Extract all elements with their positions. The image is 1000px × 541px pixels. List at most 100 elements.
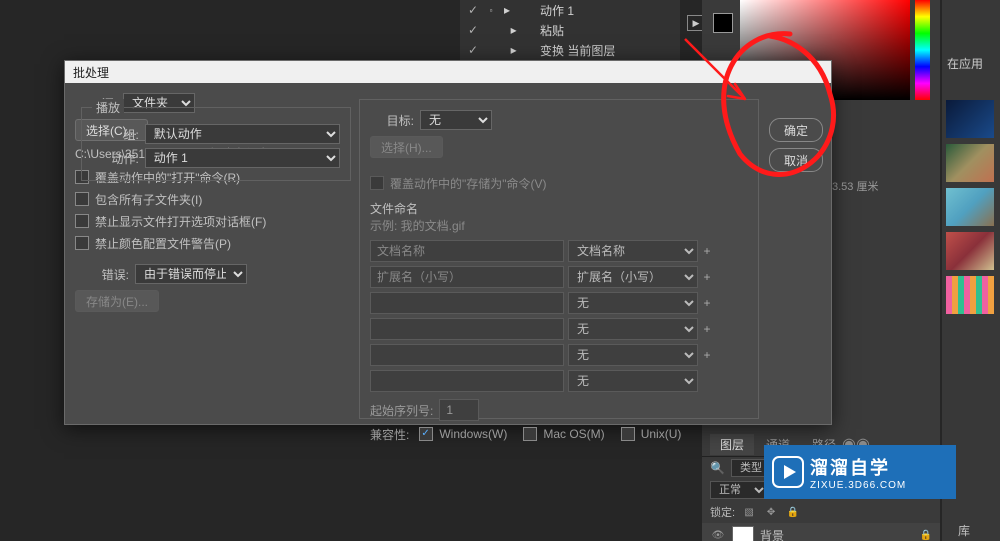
action-select[interactable]: 动作 1 xyxy=(145,148,340,168)
thumbnail-item[interactable] xyxy=(946,276,994,314)
spacer: ▸ xyxy=(504,23,532,37)
plus-icon: + xyxy=(702,348,712,362)
watermark-logo-icon xyxy=(772,456,804,488)
naming-combo-4[interactable]: 无 xyxy=(568,318,698,340)
action-group-row[interactable]: ✓ ▫ ▸ 动作 1 xyxy=(460,0,680,20)
choose-dest-button: 选择(H)... xyxy=(370,136,443,158)
ok-button[interactable]: 确定 xyxy=(769,118,823,142)
cb-suppress-color-label: 禁止颜色配置文件警告(P) xyxy=(95,235,231,252)
blend-mode-select[interactable]: 正常 xyxy=(710,481,768,499)
visibility-icon[interactable]: 👁 xyxy=(710,528,726,541)
search-icon[interactable]: 🔍 xyxy=(710,461,725,475)
lock-label: 锁定: xyxy=(710,504,735,520)
naming-row-4: 无 + xyxy=(370,316,748,342)
compat-mac-label: Mac OS(M) xyxy=(543,427,604,441)
thumbnail-item[interactable] xyxy=(946,188,994,226)
cb-include-sub-label: 包含所有子文件夹(I) xyxy=(95,191,202,208)
hue-strip[interactable] xyxy=(915,0,930,100)
play-group: 播放 组: 默认动作 动作: 动作 1 xyxy=(81,107,351,181)
errors-label: 错误: xyxy=(75,266,129,283)
naming-input-4[interactable] xyxy=(370,318,564,340)
lock-icon: 🔒 xyxy=(920,530,932,541)
dialog-titlebar[interactable]: 批处理 xyxy=(65,61,831,83)
check-icon: ✓ xyxy=(468,43,478,57)
layer-name: 背景 xyxy=(760,527,784,541)
cb-override-save-label: 覆盖动作中的"存储为"命令(V) xyxy=(390,175,547,192)
action-item-label: 变换 当前图层 xyxy=(540,42,615,59)
start-serial-input[interactable] xyxy=(439,399,479,421)
naming-input-1[interactable] xyxy=(370,240,564,262)
plus-icon: + xyxy=(702,270,712,284)
naming-input-6[interactable] xyxy=(370,370,564,392)
lock-position-icon[interactable]: ✥ xyxy=(763,505,779,519)
checkbox-icon[interactable] xyxy=(419,427,433,441)
plus-icon: + xyxy=(702,322,712,336)
thumbnails xyxy=(946,100,994,314)
naming-combo-6[interactable]: 无 xyxy=(568,370,698,392)
compat-label: 兼容性: xyxy=(370,426,409,443)
naming-row-5: 无 + xyxy=(370,342,748,368)
play-legend: 播放 xyxy=(92,99,124,116)
thumbnail-item[interactable] xyxy=(946,100,994,138)
thumbnail-item[interactable] xyxy=(946,232,994,270)
batch-dialog: 批处理 播放 组: 默认动作 动作: 动作 1 源: xyxy=(64,60,832,425)
cb-include-sub-row[interactable]: 包含所有子文件夹(I) xyxy=(75,188,355,210)
checkbox-icon xyxy=(370,176,384,190)
checkbox-icon[interactable] xyxy=(75,192,89,206)
bullet-icon: ▫ xyxy=(486,6,496,15)
watermark-name: 溜溜自学 xyxy=(810,454,906,480)
spacer: ▸ xyxy=(504,43,532,57)
expand-icon: ▸ xyxy=(504,3,532,17)
lock-row: 锁定: ▧ ✥ 🔒 xyxy=(702,501,940,523)
compat-win-label: Windows(W) xyxy=(439,427,507,441)
cb-suppress-color-row[interactable]: 禁止颜色配置文件警告(P) xyxy=(75,232,355,254)
library-label[interactable]: 库 xyxy=(958,522,970,539)
check-icon: ✓ xyxy=(468,23,478,37)
compat-unix-label: Unix(U) xyxy=(641,427,682,441)
set-label: 组: xyxy=(92,126,139,143)
naming-combo-2[interactable]: 扩展名（小写） xyxy=(568,266,698,288)
naming-combo-5[interactable]: 无 xyxy=(568,344,698,366)
naming-input-3[interactable] xyxy=(370,292,564,314)
errors-select[interactable]: 由于错误而停止 xyxy=(135,264,247,284)
dialog-buttons: 确定 取消 xyxy=(769,118,823,172)
naming-combo-1[interactable]: 文档名称 xyxy=(568,240,698,262)
dest-select[interactable]: 无 xyxy=(420,110,492,130)
action-group-label: 动作 1 xyxy=(540,2,574,19)
checkbox-icon[interactable] xyxy=(523,427,537,441)
checkbox-icon[interactable] xyxy=(75,236,89,250)
action-item-transform[interactable]: ✓ ▸ 变换 当前图层 xyxy=(460,40,680,60)
check-icon: ✓ xyxy=(468,3,478,17)
watermark: 溜溜自学 ZIXUE.3D66.COM xyxy=(764,445,956,499)
action-item-label: 粘贴 xyxy=(540,22,564,39)
naming-input-2[interactable] xyxy=(370,266,564,288)
naming-row-6: 无 xyxy=(370,368,748,394)
action-label: 动作: xyxy=(92,150,139,167)
in-app-label: 在应用 xyxy=(947,55,983,72)
plus-icon: + xyxy=(702,296,712,310)
naming-combo-3[interactable]: 无 xyxy=(568,292,698,314)
save-as-button[interactable]: 存储为(E)... xyxy=(75,290,159,312)
cancel-button[interactable]: 取消 xyxy=(769,148,823,172)
start-serial-label: 起始序列号: xyxy=(370,402,433,419)
checkbox-icon[interactable] xyxy=(621,427,635,441)
file-naming-heading: 文件命名 xyxy=(370,200,748,217)
cb-override-save-row: 覆盖动作中的"存储为"命令(V) xyxy=(370,172,748,194)
color-swatch[interactable] xyxy=(713,13,733,33)
thumbnail-item[interactable] xyxy=(946,144,994,182)
layer-thumbnail xyxy=(732,526,754,541)
dimension-hint: 3.53 厘米 xyxy=(832,178,878,194)
naming-row-3: 无 + xyxy=(370,290,748,316)
file-naming-example: 示例: 我的文档.gif xyxy=(370,217,748,234)
dest-label: 目标: xyxy=(370,112,414,129)
action-item-paste[interactable]: ✓ ▸ 粘贴 xyxy=(460,20,680,40)
lock-pixels-icon[interactable]: ▧ xyxy=(741,505,757,519)
set-select[interactable]: 默认动作 xyxy=(145,124,340,144)
cb-suppress-open-row[interactable]: 禁止显示文件打开选项对话框(F) xyxy=(75,210,355,232)
dialog-title: 批处理 xyxy=(73,64,109,81)
naming-input-5[interactable] xyxy=(370,344,564,366)
layer-row-background[interactable]: 👁 背景 🔒 xyxy=(702,523,940,541)
checkbox-icon[interactable] xyxy=(75,214,89,228)
destination-group: 目标: 无 选择(H)... 覆盖动作中的"存储为"命令(V) 文件命名 示例:… xyxy=(359,99,759,419)
lock-all-icon[interactable]: 🔒 xyxy=(785,505,801,519)
